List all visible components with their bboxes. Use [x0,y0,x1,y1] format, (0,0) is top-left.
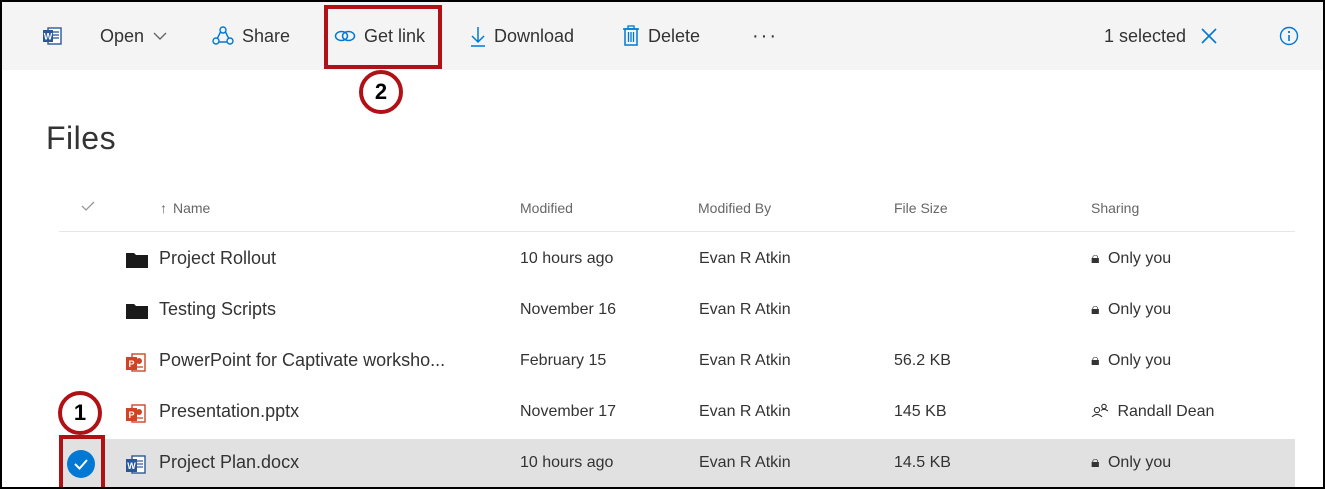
sharing-label: Only you [1107,454,1172,471]
column-header-sharing[interactable]: Sharing [1091,200,1139,216]
share-icon [212,26,234,45]
sharing-label: Only you [1107,250,1172,267]
share-button[interactable]: Share [212,22,290,50]
people-icon [1091,403,1109,418]
download-label: Download [494,25,575,46]
svg-text:P: P [128,410,134,420]
open-button[interactable]: Open [100,22,167,50]
open-label: Open [100,25,145,46]
file-row-project-plan[interactable]: W Project Plan.docx 10 hours ago Evan R … [59,439,1295,487]
file-name[interactable]: Presentation.pptx [159,401,299,422]
close-icon[interactable] [1200,27,1218,45]
callout-2-badge: 2 [359,70,403,114]
sharing-status[interactable]: 🔒︎ Only you [1091,301,1171,319]
select-all-checkmark-icon[interactable] [80,200,96,212]
file-row-powerpoint-captivate[interactable]: P PowerPoint for Captivate worksho... Fe… [59,337,1295,386]
file-row-testing-scripts[interactable]: Testing Scripts November 16 Evan R Atkin… [59,286,1295,335]
file-size: 56.2 KB [894,352,951,369]
svg-text:W: W [44,32,53,42]
column-header-name[interactable]: ↑ Name [160,200,210,216]
file-modified-by: Evan R Atkin [699,352,791,369]
callout-2-highlight-box [324,5,442,69]
file-modified: 10 hours ago [520,454,614,471]
header-divider [59,231,1295,232]
lock-icon: 🔒︎ [1091,301,1100,318]
download-button[interactable]: Download [470,22,574,50]
svg-text:P: P [128,359,134,369]
file-modified-by: Evan R Atkin [699,250,791,267]
file-row-presentation[interactable]: P Presentation.pptx November 17 Evan R A… [59,388,1295,437]
lock-icon: 🔒︎ [1091,250,1100,267]
delete-label: Delete [648,25,701,46]
selected-count: 1 selected [1104,25,1187,46]
file-modified: 10 hours ago [520,250,614,267]
folder-icon [126,253,148,268]
file-name[interactable]: Project Rollout [159,248,276,269]
chevron-down-icon [153,32,167,40]
callout-1-badge: 1 [58,391,102,435]
file-modified: November 17 [520,403,617,420]
column-header-modified[interactable]: Modified [520,200,573,216]
file-name[interactable]: Project Plan.docx [159,452,299,473]
file-size: 14.5 KB [894,454,951,471]
file-name[interactable]: Testing Scripts [159,299,276,320]
file-modified-by: Evan R Atkin [699,301,791,318]
download-icon [471,27,485,47]
sharing-label: Randall Dean [1117,403,1215,420]
more-button[interactable]: ··· [752,22,778,50]
sharing-status[interactable]: 🔒︎ Only you [1091,454,1171,472]
onedrive-window: W Open Share Get link Download Delete ··… [0,0,1325,489]
column-header-modified-by[interactable]: Modified By [698,200,771,216]
svg-text:W: W [127,461,136,471]
word-icon: W [126,455,146,474]
folder-icon [126,304,148,319]
file-modified: February 15 [520,352,607,369]
file-modified-by: Evan R Atkin [699,403,791,420]
column-header-name-label: Name [173,200,211,216]
info-button[interactable] [1279,22,1299,50]
sharing-status[interactable]: 🔒︎ Only you [1091,352,1171,370]
lock-icon: 🔒︎ [1091,454,1100,471]
delete-button[interactable]: Delete [622,22,700,50]
sharing-label: Only you [1107,352,1172,369]
more-label: ··· [752,24,778,47]
sort-up-arrow-icon: ↑ [160,200,167,216]
callout-1-highlight-box [59,435,105,487]
file-modified-by: Evan R Atkin [699,454,791,471]
word-app-icon: W [42,22,62,50]
file-name[interactable]: PowerPoint for Captivate worksho... [159,350,445,371]
sharing-status[interactable]: 🔒︎ Only you [1091,250,1171,268]
powerpoint-icon: P [126,404,146,423]
lock-icon: 🔒︎ [1091,352,1100,369]
page-title: Files [46,120,117,156]
sharing-label: Only you [1107,301,1172,318]
sharing-status[interactable]: Randall Dean [1091,403,1214,421]
share-label: Share [242,25,291,46]
column-header-file-size[interactable]: File Size [894,200,948,216]
selection-status: 1 selected [1104,22,1218,50]
trash-icon [623,25,639,46]
file-modified: November 16 [520,301,617,318]
powerpoint-icon: P [126,353,146,372]
file-row-project-rollout[interactable]: Project Rollout 10 hours ago Evan R Atki… [59,235,1295,284]
command-bar: W Open Share Get link Download Delete ··… [2,2,1323,70]
word-icon: W [43,27,62,45]
file-size: 145 KB [894,403,947,420]
info-icon [1279,26,1299,46]
